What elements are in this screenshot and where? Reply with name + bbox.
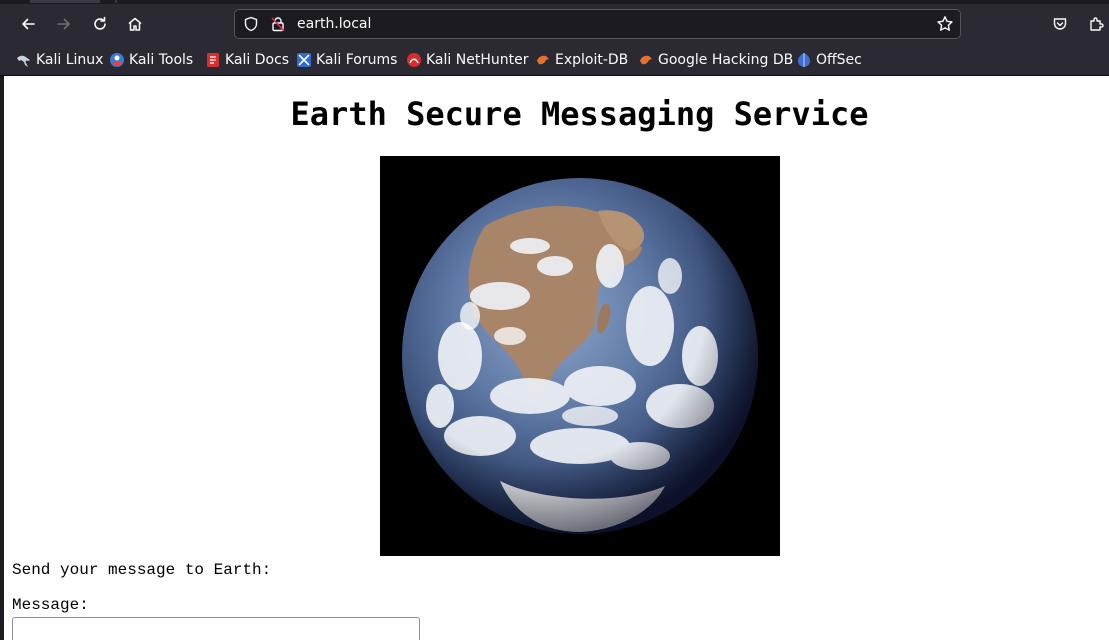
home-icon [128, 17, 142, 31]
message-label: Message: [12, 596, 89, 614]
pocket-icon [1053, 18, 1067, 30]
kali-nethunter-icon [406, 52, 422, 68]
forward-arrow-icon [57, 18, 70, 30]
bookmark-label: Kali NetHunter [426, 52, 529, 68]
bookmark-label: Kali Forums [316, 52, 398, 68]
bookmark-label: Kali Linux [36, 52, 104, 68]
puzzle-piece-icon [1090, 17, 1104, 31]
bookmark-star-icon[interactable] [936, 15, 954, 33]
kali-tools-icon [109, 52, 125, 68]
bookmark-label: Exploit-DB [555, 52, 629, 68]
url-text[interactable]: earth.local [297, 15, 371, 33]
bookmark-kali-nethunter[interactable]: Kali NetHunter [406, 51, 528, 69]
bookmark-label: Kali Docs [225, 52, 290, 68]
bookmark-kali-forums[interactable]: Kali Forums [296, 51, 397, 69]
kali-dragon-icon [16, 52, 32, 68]
google-hacking-db-icon [638, 52, 654, 68]
bookmark-kali-linux[interactable]: Kali Linux [16, 51, 103, 69]
home-button[interactable] [119, 8, 151, 40]
page-title: Earth Secure Messaging Service [290, 95, 869, 133]
reload-button[interactable] [84, 8, 116, 40]
browser-window: earth.local Kali Linux Kali Tools Kali D… [0, 0, 1109, 640]
kali-docs-icon [205, 52, 221, 68]
kali-forums-icon [296, 52, 312, 68]
tab-divider [115, 0, 117, 3]
extensions-button[interactable] [1080, 8, 1109, 40]
forward-button[interactable] [48, 8, 80, 40]
insecure-lock-icon[interactable] [270, 16, 286, 32]
send-message-prompt: Send your message to Earth: [12, 561, 272, 579]
back-button[interactable] [12, 8, 44, 40]
bookmark-kali-docs[interactable]: Kali Docs [205, 51, 289, 69]
bookmarks-toolbar: Kali Linux Kali Tools Kali Docs Kali For… [0, 44, 1109, 76]
bookmark-google-hacking-db[interactable]: Google Hacking DB [638, 51, 793, 69]
bookmark-kali-tools[interactable]: Kali Tools [109, 51, 193, 69]
bookmark-label: OffSec [816, 52, 862, 68]
tab-edge[interactable] [30, 0, 100, 3]
back-arrow-icon [22, 18, 35, 30]
reload-icon [94, 16, 106, 30]
offsec-icon [796, 52, 812, 68]
page-content: Earth Secure Messaging Service Send your… [4, 76, 1109, 640]
earth-globe-image [380, 156, 780, 556]
bookmark-exploit-db[interactable]: Exploit-DB [535, 51, 628, 69]
tracking-protection-shield-icon[interactable] [243, 16, 259, 32]
navigation-toolbar: earth.local [0, 4, 1109, 44]
address-bar[interactable]: earth.local [234, 9, 961, 39]
exploit-db-icon [535, 52, 551, 68]
bookmark-label: Kali Tools [129, 52, 194, 68]
message-input[interactable] [12, 617, 420, 640]
bookmark-label: Google Hacking DB [658, 52, 794, 68]
bookmark-offsec[interactable]: OffSec [796, 51, 862, 69]
pocket-button[interactable] [1044, 8, 1076, 40]
